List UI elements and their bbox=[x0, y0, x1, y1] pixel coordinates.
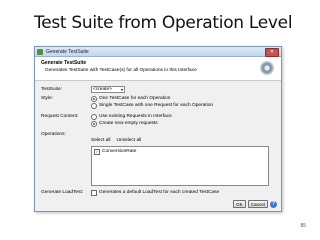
slide: Test Suite from Operation Level Generate… bbox=[0, 0, 320, 240]
style-label: Style: bbox=[41, 96, 53, 101]
dialog-form: TestSuite: <create> ▾ Style: One TestCas… bbox=[35, 81, 281, 137]
help-icon[interactable]: ? bbox=[270, 200, 277, 208]
dialog-heading: Generate TestSuite bbox=[41, 60, 87, 66]
cancel-button[interactable]: Cancel bbox=[247, 200, 268, 208]
operations-links: Select all Unselect all bbox=[91, 138, 141, 144]
testsuite-select[interactable]: <create> ▾ bbox=[91, 86, 125, 93]
request-content-row: Request Content: Use existing Requests i… bbox=[41, 114, 172, 128]
close-button[interactable]: ✕ bbox=[265, 48, 279, 57]
style-option-radio-0[interactable] bbox=[91, 96, 97, 102]
request-option-label-1: Create new empty requests bbox=[99, 121, 158, 126]
operations-label: Operations: bbox=[41, 132, 66, 137]
loadtest-checkbox[interactable] bbox=[91, 190, 97, 196]
chevron-down-icon: ▾ bbox=[120, 86, 123, 92]
style-option-radio-1[interactable] bbox=[91, 103, 97, 109]
request-content-label: Request Content: bbox=[41, 114, 79, 119]
dialog-banner: Generate TestSuite Generates TestSuite w… bbox=[35, 57, 281, 81]
loadtest-label: Generate LoadTest: bbox=[41, 190, 84, 195]
request-option-radio-0[interactable] bbox=[91, 114, 97, 120]
soapui-app-icon bbox=[37, 48, 43, 55]
operation-name: ConversionRate bbox=[102, 149, 137, 154]
gear-icon bbox=[260, 61, 274, 75]
style-row: Style: One TestCase for each Operation S… bbox=[41, 96, 213, 110]
unselect-all-button[interactable]: Unselect all bbox=[116, 138, 141, 144]
testsuite-select-value: <create> bbox=[93, 86, 112, 92]
request-option-radio-1[interactable] bbox=[91, 121, 97, 127]
ok-button[interactable]: OK bbox=[233, 200, 246, 208]
style-option-label-0: One TestCase for each Operation bbox=[99, 96, 171, 101]
slide-title: Test Suite from Operation Level bbox=[34, 13, 293, 33]
operations-row: Operations: bbox=[41, 132, 91, 138]
loadtest-option-label: Generates a default LoadTest for each cr… bbox=[99, 190, 220, 195]
loadtest-row: Generate LoadTest: Generates a default L… bbox=[41, 190, 219, 196]
dialog-titlebar: Generate TestSuite ✕ bbox=[35, 47, 281, 57]
style-options: One TestCase for each Operation Single T… bbox=[91, 96, 213, 110]
request-option-label-0: Use existing Requests in Interface bbox=[99, 114, 172, 119]
style-option[interactable]: One TestCase for each Operation bbox=[91, 96, 213, 102]
select-all-button[interactable]: Select all bbox=[91, 138, 110, 144]
request-option[interactable]: Create new empty requests bbox=[91, 121, 172, 127]
dialog-description: Generates TestSuite with TestCase(s) for… bbox=[45, 68, 197, 73]
operation-checkbox[interactable]: ✓ bbox=[94, 149, 100, 155]
testsuite-label: TestSuite: bbox=[41, 86, 63, 92]
window-title: Generate TestSuite bbox=[46, 48, 89, 55]
generate-testsuite-dialog: Generate TestSuite ✕ Generate TestSuite … bbox=[34, 46, 282, 212]
page-number: 85 bbox=[300, 223, 306, 229]
operations-list[interactable]: ✓ ConversionRate bbox=[91, 146, 269, 186]
dialog-footer: OK Cancel ? bbox=[233, 200, 277, 208]
request-options: Use existing Requests in Interface Creat… bbox=[91, 114, 172, 128]
testsuite-row: TestSuite: <create> ▾ bbox=[41, 86, 125, 93]
style-option[interactable]: Single TestCase with one Request for eac… bbox=[91, 103, 213, 109]
style-option-label-1: Single TestCase with one Request for eac… bbox=[99, 103, 214, 108]
list-item[interactable]: ✓ ConversionRate bbox=[94, 149, 266, 155]
request-option[interactable]: Use existing Requests in Interface bbox=[91, 114, 172, 120]
